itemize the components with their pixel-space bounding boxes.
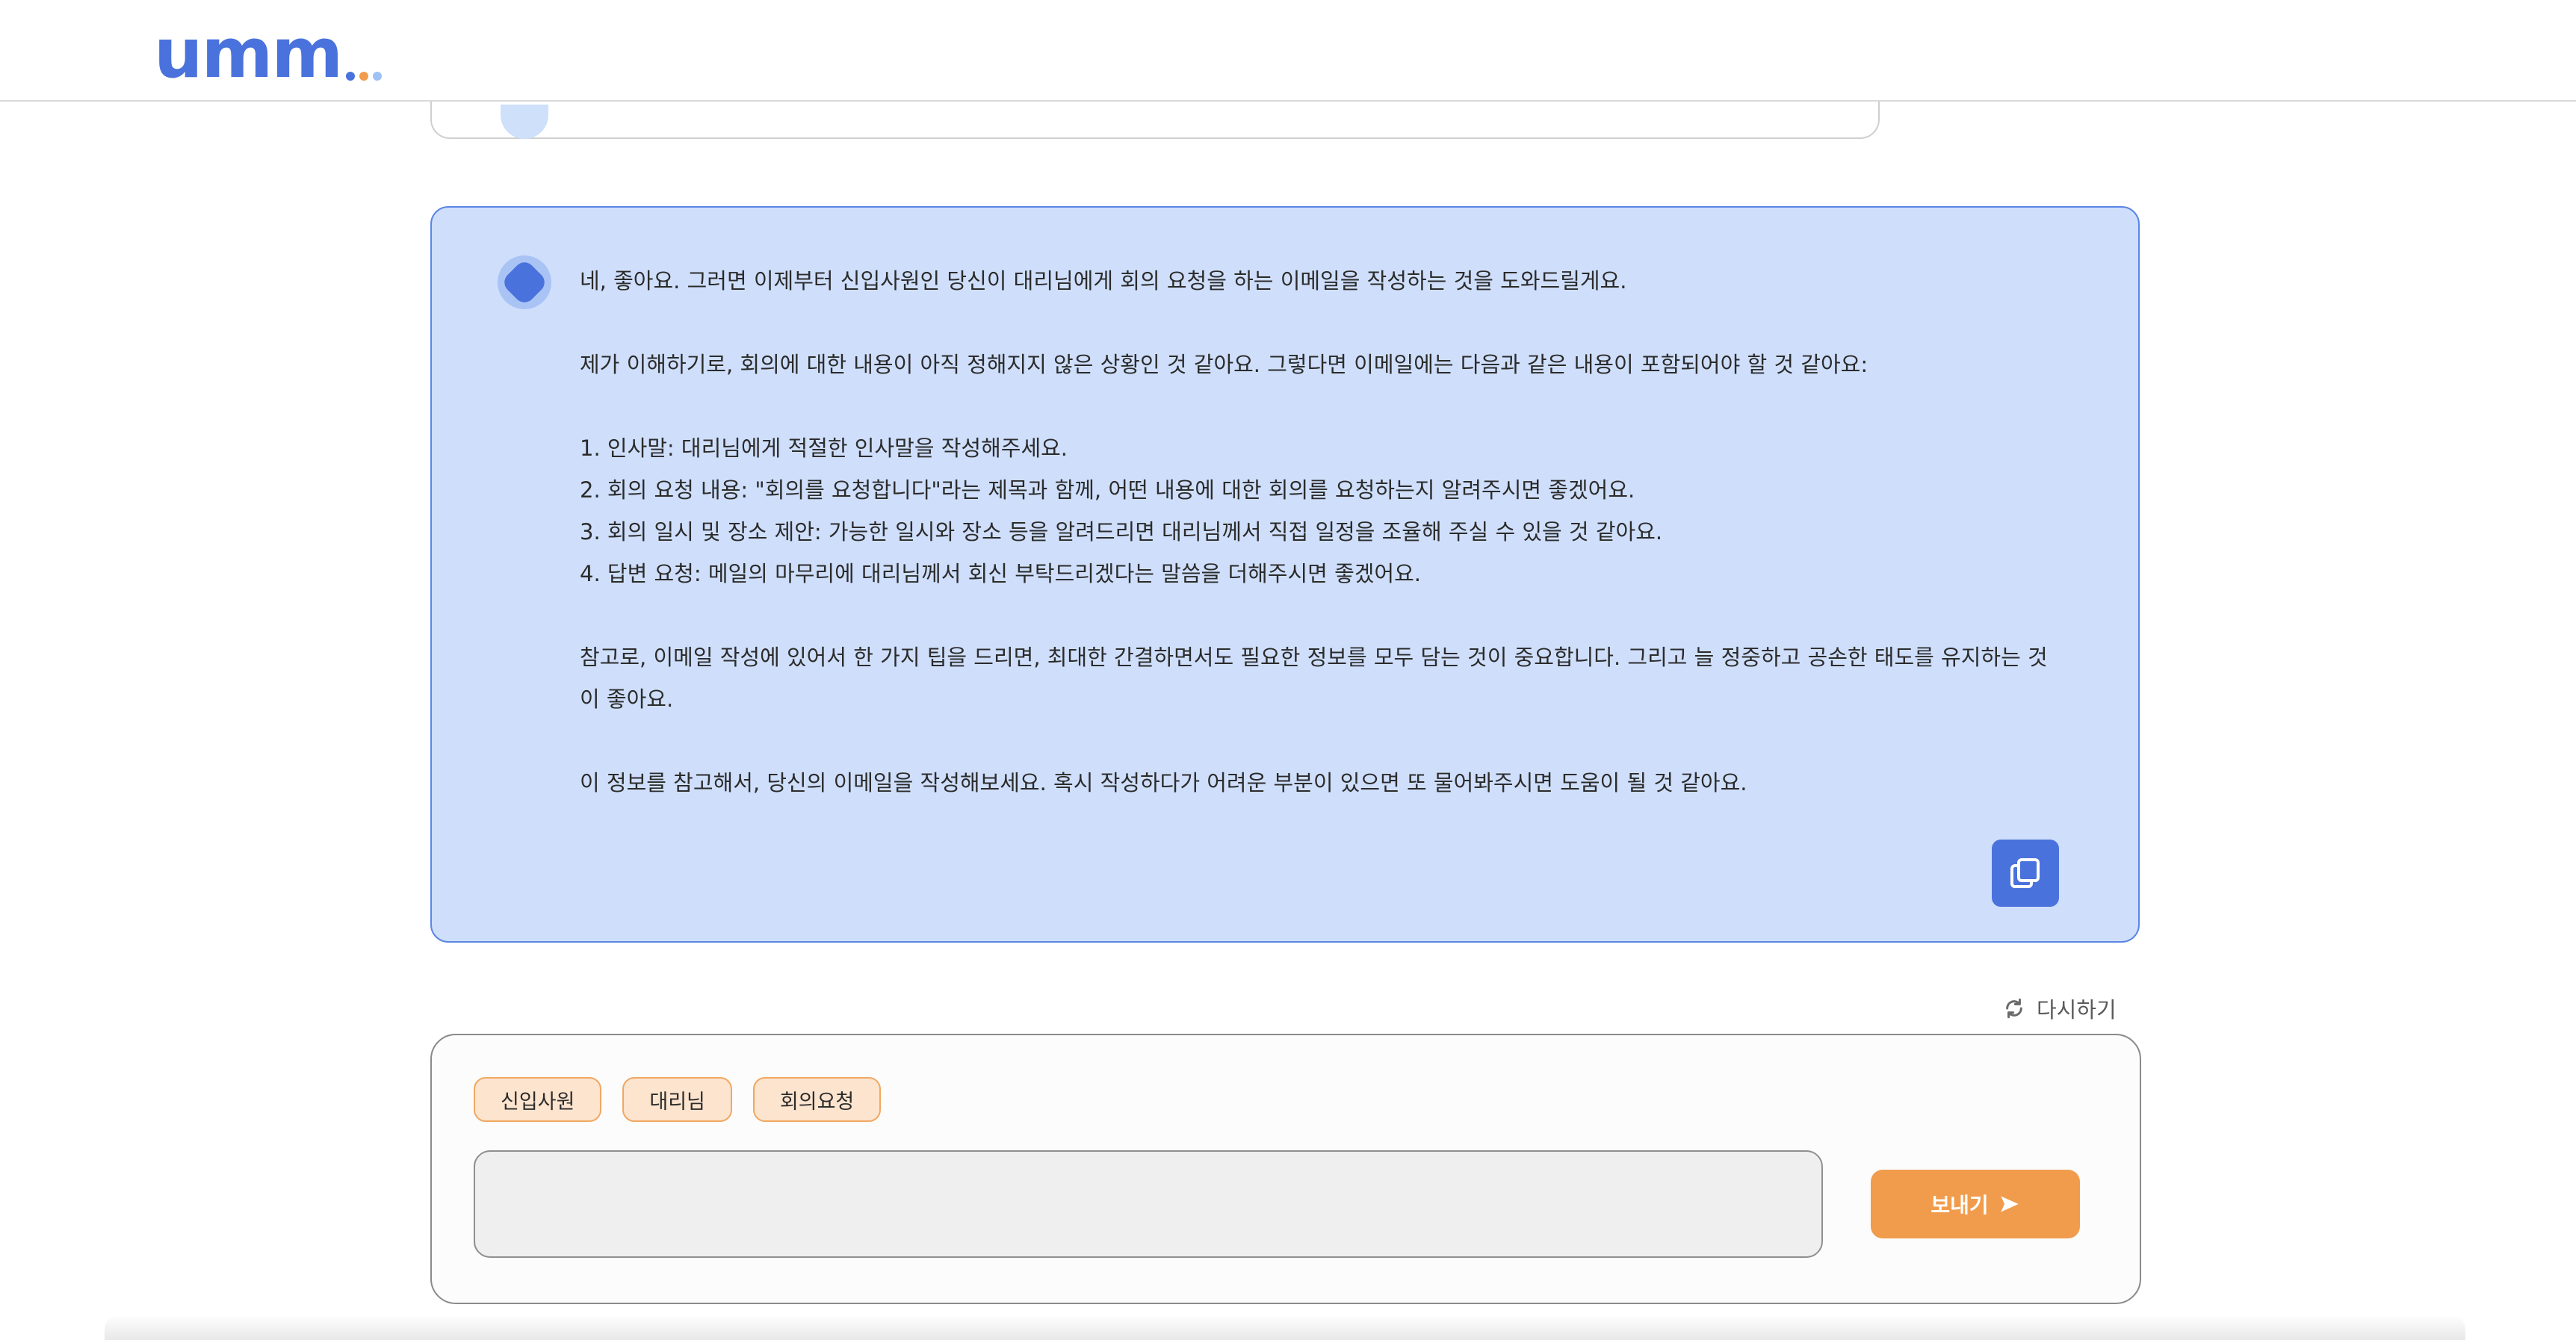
answer-paragraph: 참고로, 이메일 작성에 있어서 한 가지 팁을 드리면, 최대한 간결하면서도… <box>580 645 2048 712</box>
assistant-answer-card: 네, 좋아요. 그러면 이제부터 신입사원인 당신이 대리님에게 회의 요청을 … <box>430 206 2140 943</box>
retry-button[interactable]: 다시하기 <box>2002 993 2117 1023</box>
keyword-chips: 신입사원 대리님 회의요청 <box>474 1077 882 1122</box>
composer-card: 신입사원 대리님 회의요청 보내기 <box>430 1034 2141 1304</box>
top-bar: umm <box>0 0 2576 102</box>
logo-dot-1 <box>346 72 356 81</box>
bot-gem-icon <box>498 255 551 309</box>
logo-dots <box>346 72 383 81</box>
app-logo[interactable]: umm <box>154 13 383 93</box>
logo-text: umm <box>154 13 343 93</box>
page-bottom-edge <box>105 1315 2465 1340</box>
answer-list-item: 2. 회의 요청 내용: "회의를 요청합니다"라는 제목과 함께, 어떤 내용… <box>580 477 1635 503</box>
logo-dot-2 <box>359 72 369 81</box>
logo-dot-3 <box>373 72 383 81</box>
refresh-icon <box>2006 998 2022 1019</box>
message-input[interactable] <box>474 1150 1823 1258</box>
send-arrow-icon <box>2000 1196 2019 1212</box>
answer-list-item: 3. 회의 일시 및 장소 제안: 가능한 일시와 장소 등을 알려드리면 대리… <box>580 519 1663 545</box>
answer-paragraph: 이 정보를 참고해서, 당신의 이메일을 작성해보세요. 혹시 작성하다가 어려… <box>580 770 1747 795</box>
keyword-chip[interactable]: 회의요청 <box>752 1077 882 1122</box>
copy-button[interactable] <box>1992 840 2059 907</box>
keyword-chip[interactable]: 대리님 <box>622 1077 732 1122</box>
answer-list-item: 4. 답변 요청: 메일의 마무리에 대리님께서 회신 부탁드리겠다는 말씀을 … <box>580 561 1422 586</box>
answer-paragraph: 제가 이해하기로, 회의에 대한 내용이 아직 정해지지 않은 상황인 것 같아… <box>580 352 1868 377</box>
answer-paragraph: 네, 좋아요. 그러면 이제부터 신입사원인 당신이 대리님에게 회의 요청을 … <box>580 268 1627 294</box>
answer-text: 네, 좋아요. 그러면 이제부터 신입사원인 당신이 대리님에게 회의 요청을 … <box>580 260 2059 804</box>
answer-list-item: 1. 인사말: 대리님에게 적절한 인사말을 작성해주세요. <box>580 435 1068 461</box>
send-label: 보내기 <box>1931 1193 1989 1218</box>
user-avatar <box>501 105 548 182</box>
copy-icon <box>2010 858 2040 888</box>
send-button[interactable]: 보내기 <box>1871 1170 2080 1238</box>
keyword-chip[interactable]: 신입사원 <box>474 1077 602 1122</box>
retry-label: 다시하기 <box>2037 997 2117 1023</box>
